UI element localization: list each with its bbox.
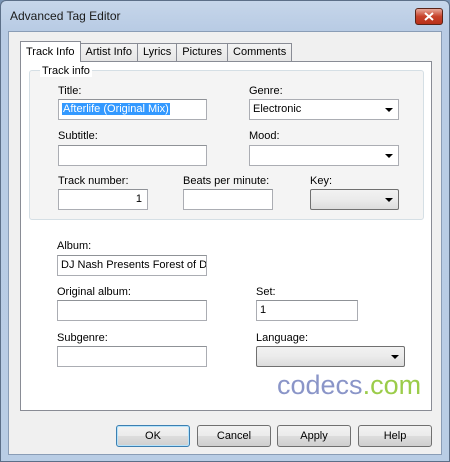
tab-track-info[interactable]: Track Info (20, 41, 81, 62)
chevron-down-icon (385, 198, 393, 202)
album-label: Album: (57, 240, 92, 252)
tab-pictures[interactable]: Pictures (176, 43, 229, 62)
genre-label: Genre: (249, 85, 283, 97)
title-input[interactable]: Afterlife (Original Mix) (58, 99, 207, 120)
track-number-input[interactable]: 1 (58, 189, 148, 210)
language-label: Language: (256, 332, 308, 344)
tab-comments[interactable]: Comments (227, 43, 293, 62)
language-dropdown[interactable] (256, 346, 405, 367)
album-input[interactable]: DJ Nash Presents Forest of Dre (57, 255, 207, 276)
genre-dropdown[interactable]: Electronic (249, 99, 399, 120)
subgenre-input[interactable] (57, 346, 207, 367)
tab-strip: Track Info Artist Info Lyrics Pictures C… (20, 41, 293, 62)
title-label: Title: (58, 85, 82, 97)
close-icon (424, 12, 434, 21)
key-label: Key: (310, 175, 333, 187)
tab-lyrics[interactable]: Lyrics (136, 43, 178, 62)
subgenre-label: Subgenre: (57, 332, 108, 344)
ok-button[interactable]: OK (116, 425, 190, 447)
help-button[interactable]: Help (358, 425, 432, 447)
chevron-down-icon (385, 154, 393, 158)
group-title: Track info (40, 65, 92, 77)
track-info-group: Track info Title: Afterlife (Original Mi… (29, 66, 424, 220)
key-dropdown[interactable] (310, 189, 399, 210)
logo-text-codecs: codecs (277, 370, 363, 400)
set-label: Set: (256, 286, 276, 298)
mood-label: Mood: (249, 130, 280, 142)
window-title: Advanced Tag Editor (10, 9, 121, 23)
tab-artist-info[interactable]: Artist Info (79, 43, 138, 62)
genre-value: Electronic (253, 103, 302, 115)
original-album-label: Original album: (57, 286, 131, 298)
title-bar[interactable]: Advanced Tag Editor (1, 1, 449, 31)
close-button[interactable] (415, 8, 443, 25)
cancel-button[interactable]: Cancel (197, 425, 271, 447)
codecs-watermark-logo: codecs.com (277, 370, 421, 401)
set-input[interactable]: 1 (256, 300, 358, 321)
dialog-client-area: Track Info Artist Info Lyrics Pictures C… (8, 31, 442, 455)
chevron-down-icon (391, 355, 399, 359)
bpm-input[interactable] (183, 189, 273, 210)
apply-button[interactable]: Apply (277, 425, 351, 447)
bpm-label: Beats per minute: (183, 175, 270, 187)
chevron-down-icon (385, 108, 393, 112)
track-info-panel: Track info Title: Afterlife (Original Mi… (20, 61, 432, 411)
mood-dropdown[interactable] (249, 145, 399, 166)
track-number-label: Track number: (58, 175, 129, 187)
title-input-value: Afterlife (Original Mix) (62, 103, 170, 115)
logo-text-com: com (370, 370, 422, 400)
original-album-input[interactable] (57, 300, 207, 321)
logo-text-dot: . (362, 370, 371, 400)
subtitle-label: Subtitle: (58, 130, 98, 142)
subtitle-input[interactable] (58, 145, 207, 166)
dialog-window: Advanced Tag Editor Track Info Artist In… (0, 0, 450, 462)
